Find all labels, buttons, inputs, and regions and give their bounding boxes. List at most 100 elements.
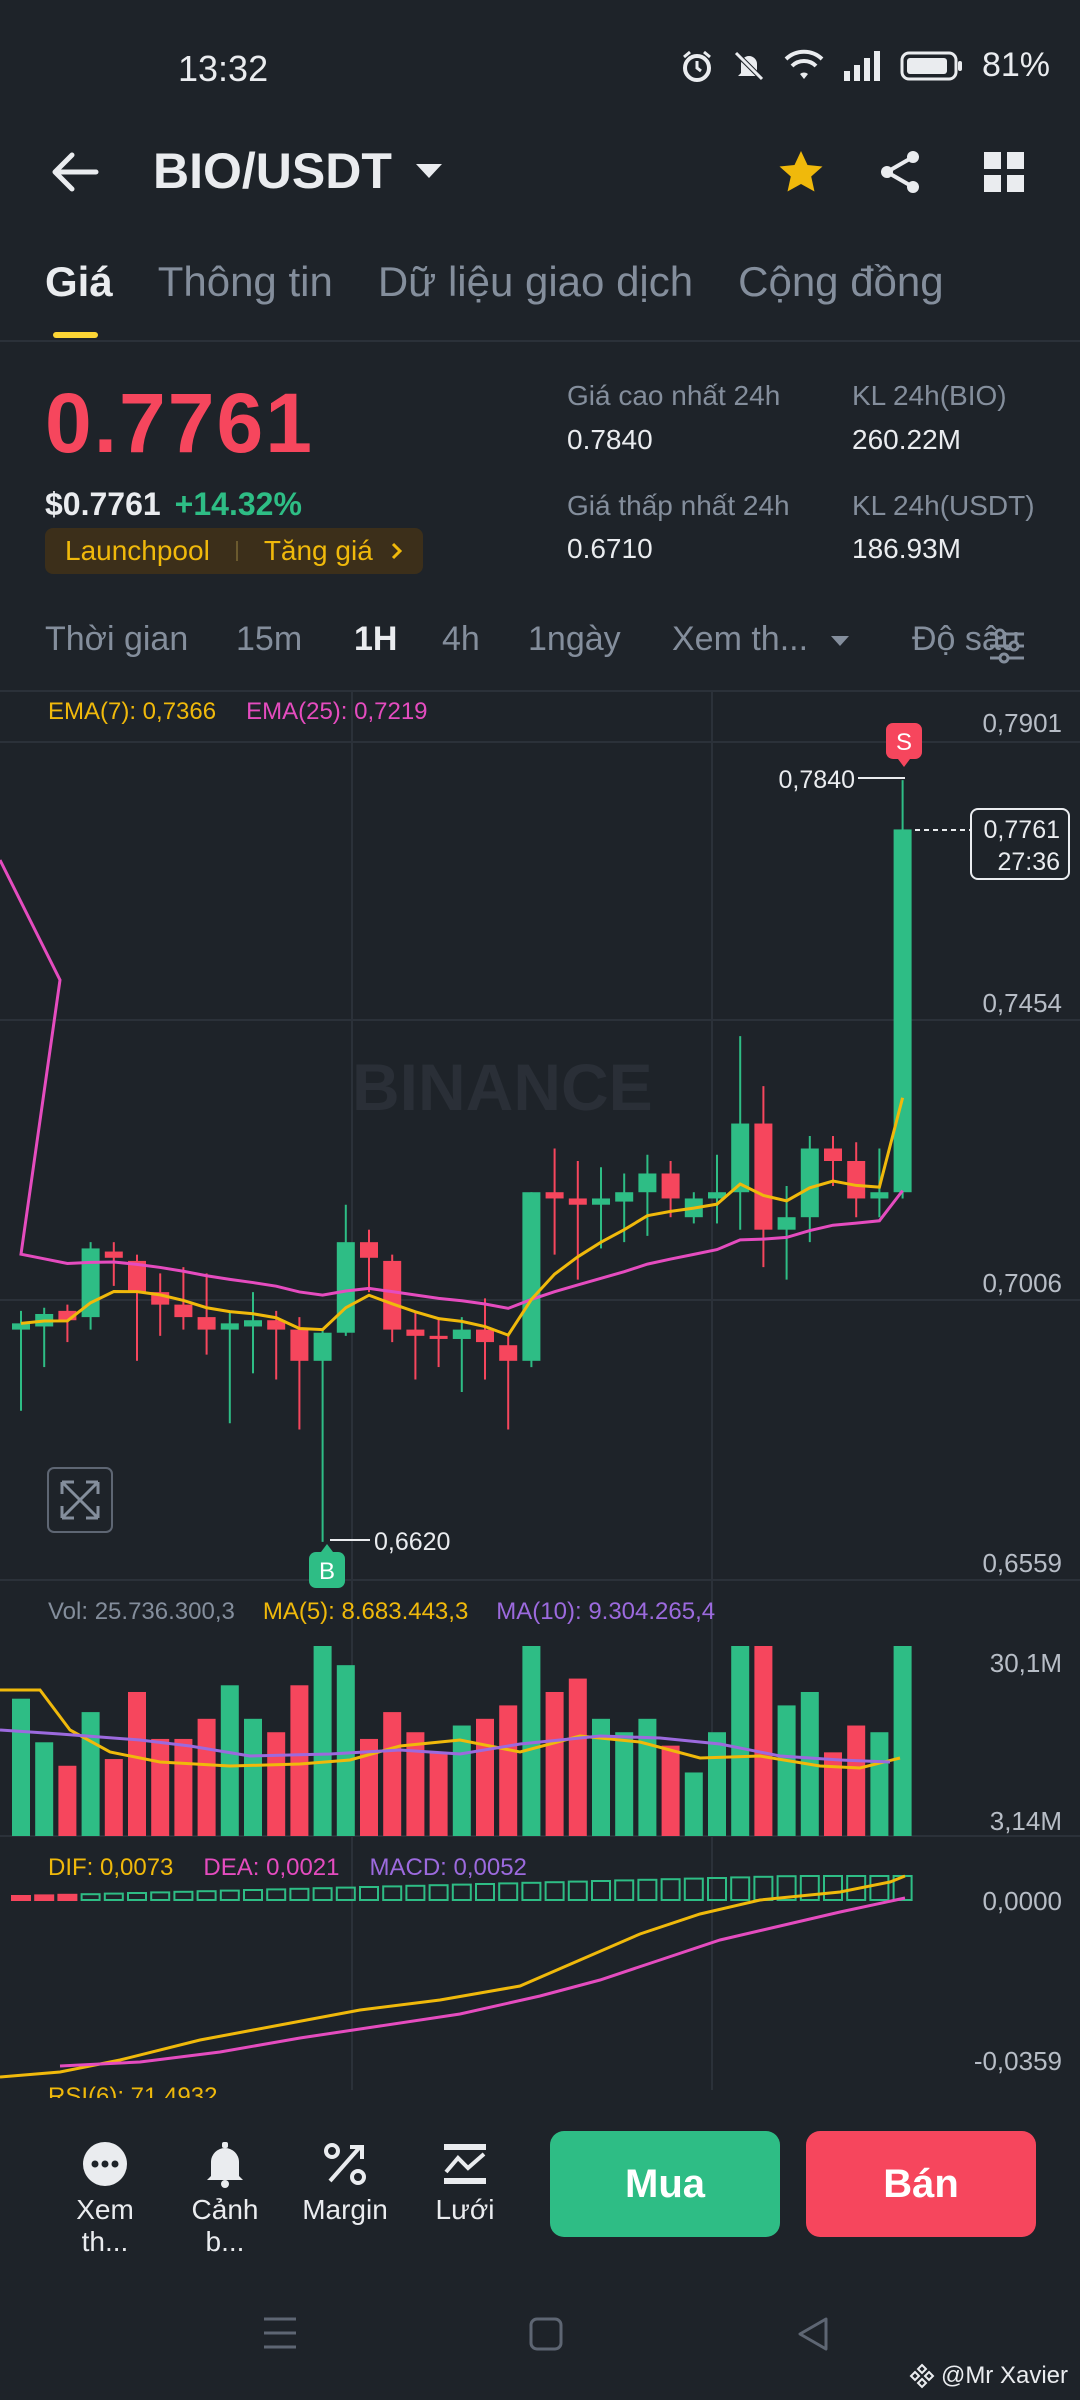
macd-dif-line [0,1874,906,2079]
high-24h-value: 0.7840 [567,424,653,455]
candle-body [522,1192,541,1361]
vol-base-value: 260.22M [852,424,961,455]
candle-countdown: 27:36 [997,848,1060,876]
tf-1h[interactable]: 1H [354,620,397,659]
ema7-legend: EMA(7): 0,7366 [48,698,217,725]
tab-info[interactable]: Thông tin [158,258,333,338]
star-favorite-icon[interactable] [777,148,825,196]
volume-bar [754,1646,773,1836]
macd-dea: DEA: 0,0021 [203,1854,340,1881]
macd-bar [150,1891,171,1902]
candle-body [777,1217,796,1230]
low-24h-value: 0.6710 [567,533,653,564]
candle-body [12,1323,30,1330]
volume-bar [151,1738,170,1836]
tab-trading-data[interactable]: Dữ liệu giao dịch [378,258,693,338]
volume-bar [661,1745,680,1836]
tf-time[interactable]: Thời gian [45,620,188,659]
volume-bar [545,1691,564,1836]
tf-4h[interactable]: 4h [442,620,480,659]
current-price-tag: 0,7761 27:36 [970,808,1070,880]
high-marker-label: 0,7840 [779,766,855,794]
buy-badge-label: B [319,1558,335,1585]
tf-more[interactable]: Xem th... [672,620,808,659]
volume-legend: Vol: 25.736.300,3 MA(5): 8.683.443,3 MA(… [48,1598,715,1626]
candle-body [615,1192,634,1202]
back-arrow-icon[interactable] [50,150,100,194]
volume-bar [708,1732,726,1836]
candle-body [174,1304,193,1318]
volume-bar [336,1665,355,1836]
share-icon[interactable] [876,148,924,196]
toolbar-margin-label: Margin [302,2194,388,2225]
tab-price[interactable]: Giá [45,258,113,338]
tf-15m[interactable]: 15m [236,620,302,659]
indicator-settings-icon[interactable] [986,626,1028,666]
tf-1d[interactable]: 1ngày [528,620,621,659]
usd-price: $0.7761 [45,486,161,522]
user-watermark: @Mr Xavier [909,2362,1068,2390]
macd-bar [382,1885,403,1902]
candle-body [104,1251,123,1258]
bell-icon [207,2142,243,2188]
tag-launchpool[interactable]: Launchpool [65,535,210,567]
macd-dif: DIF: 0,0073 [48,1854,174,1881]
binance-logo-icon [909,2363,935,2389]
buy-button[interactable]: Mua [550,2131,780,2237]
expand-chart-icon[interactable] [47,1467,113,1533]
candles-group [12,780,912,1542]
toolbar-grid[interactable]: Lưới [410,2134,520,2226]
toolbar-margin[interactable]: Margin [290,2134,400,2226]
candle-body [313,1332,332,1361]
volume-bar [12,1698,30,1836]
volume-bar [58,1765,77,1836]
low-marker-label: 0,6620 [374,1528,450,1556]
grid-menu-icon[interactable] [982,150,1026,194]
pair-selector[interactable]: BIO/USDT [153,142,444,200]
current-price-value: 0,7761 [983,816,1060,844]
candle-body [290,1329,309,1361]
sell-button[interactable]: Bán [806,2131,1036,2237]
price-axis-label-4: 0,6559 [982,1548,1062,1578]
status-icons: 81% [680,46,1050,85]
macd-value: MACD: 0,0052 [369,1854,527,1881]
grid-bot-icon [444,2144,486,2184]
volume-bar [568,1678,587,1836]
macd-bar [11,1895,31,1901]
volume-bar [81,1712,100,1836]
candle-body [360,1242,378,1258]
margin-percent-icon [324,2143,366,2185]
volume-bar [870,1732,889,1836]
candle-body [545,1192,564,1199]
volume-bar [290,1685,309,1836]
macd-bar [405,1884,426,1902]
macd-bar [637,1878,658,1902]
home-square-icon[interactable] [528,2316,564,2352]
candle-body [800,1148,819,1218]
vol-quote-value: 186.93M [852,533,961,564]
macd-bar [266,1888,287,1902]
system-nav-bar: @Mr Xavier [0,2280,1080,2400]
tab-community[interactable]: Cộng đồng [738,258,944,338]
toolbar-more[interactable]: Xem th... [50,2134,160,2258]
back-triangle-icon[interactable] [796,2316,830,2352]
macd-bar [312,1887,333,1901]
volume-value: Vol: 25.736.300,3 [48,1598,235,1625]
candle-body [383,1260,402,1330]
macd-bar [823,1875,843,1901]
macd-bar [359,1886,379,1901]
candle-body [870,1192,889,1199]
candle-body [661,1173,680,1199]
candle-body [847,1161,866,1199]
volume-axis-bottom: 3,14M [989,1806,1062,1836]
recents-menu-icon[interactable] [262,2316,298,2350]
candle-body [568,1198,587,1205]
tags-row[interactable]: Launchpool Tăng giá [45,528,423,574]
macd-bar [451,1883,472,1901]
candle-body [452,1329,471,1339]
toolbar-alert[interactable]: Cảnh b... [170,2134,280,2258]
tag-price-up[interactable]: Tăng giá [264,535,373,567]
volume-bar [406,1732,425,1836]
usd-price-row: $0.7761 +14.32% [45,486,302,523]
volume-bar [615,1732,634,1836]
